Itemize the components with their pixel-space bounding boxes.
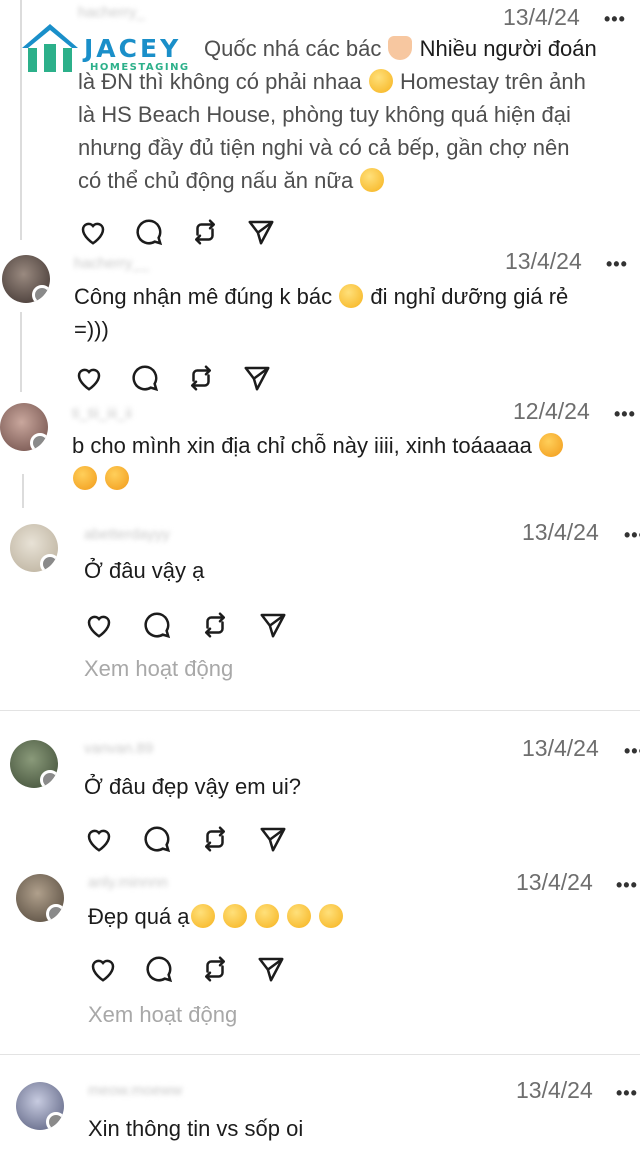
more-icon[interactable]: ••• [606, 255, 628, 273]
username[interactable]: meow.moeww [88, 1082, 182, 1099]
comment-icon[interactable] [144, 954, 174, 989]
yum-emoji-icon [360, 168, 385, 192]
divider [0, 710, 640, 711]
pleading-emoji-icon [339, 284, 364, 308]
send-icon[interactable] [258, 610, 288, 645]
repost-icon[interactable] [200, 954, 230, 989]
username[interactable]: abetterdayyy [84, 526, 170, 543]
repost-icon[interactable] [200, 610, 230, 645]
username[interactable]: ti_tii_iii_ii [72, 405, 132, 422]
more-icon[interactable]: ••• [624, 742, 640, 760]
heart-eyes-cat-emoji-icon [73, 466, 97, 490]
more-icon[interactable]: ••• [624, 526, 640, 544]
hands-emoji-icon [388, 36, 413, 60]
comment-text: Ở đâu đẹp vậy em ui? [84, 774, 301, 799]
laughing-emoji-icon [368, 69, 393, 93]
comment-text: Ở đâu vậy ạ [84, 558, 205, 583]
username[interactable]: vanvan.89 [84, 740, 153, 757]
comment-item: abetterdayyy 13/4/24 ••• Ở đâu vậy ạ Xem… [0, 516, 640, 708]
avatar[interactable] [16, 1082, 64, 1130]
heart-icon[interactable] [84, 610, 114, 645]
more-icon[interactable]: ••• [614, 405, 636, 423]
divider [0, 1054, 640, 1055]
comment-date: 12/4/24 [513, 398, 590, 424]
send-icon[interactable] [258, 824, 288, 859]
comment-item: ti_tii_iii_ii 12/4/24 ••• b cho mình xin… [0, 395, 640, 510]
username[interactable]: hacherry__ [74, 255, 149, 272]
comment-item: anly.minnnn 13/4/24 ••• Đẹp quá ạ Xem ho… [0, 866, 640, 1046]
crying-emoji-icon [190, 904, 215, 928]
avatar[interactable] [0, 403, 48, 451]
send-icon[interactable] [256, 954, 286, 989]
comment-text: Xin thông tin vs sốp oi [88, 1116, 304, 1141]
comment-item: vanvan.89 13/4/24 ••• Ở đâu đẹp vậy em u… [0, 732, 640, 862]
avatar[interactable] [2, 255, 50, 303]
thread-line [22, 474, 24, 508]
comment-text: Công nhận mê đúng k bác đi nghỉ dưỡng gi… [74, 284, 569, 342]
heart-icon[interactable] [84, 824, 114, 859]
username[interactable]: anly.minnnn [88, 874, 168, 891]
jacey-logo: JACEY HOMESTAGING [18, 18, 208, 80]
avatar[interactable] [10, 740, 58, 788]
more-icon[interactable]: ••• [604, 10, 626, 28]
more-icon[interactable]: ••• [616, 1084, 638, 1102]
avatar[interactable] [16, 874, 64, 922]
heart-icon[interactable] [74, 363, 104, 398]
logo-subtitle: HOMESTAGING [90, 62, 190, 73]
send-icon[interactable] [242, 363, 272, 398]
view-activity-link[interactable]: Xem hoạt động [84, 656, 233, 682]
comment-date: 13/4/24 [516, 869, 593, 895]
comment-icon[interactable] [142, 610, 172, 645]
logo-brand: JACEY [84, 34, 182, 63]
comment-date: 13/4/24 [522, 519, 599, 545]
comment-icon[interactable] [142, 824, 172, 859]
heart-eyes-cat-emoji-icon [538, 433, 563, 457]
more-icon[interactable]: ••• [616, 876, 638, 894]
crying-emoji-icon [254, 904, 279, 928]
threads-comment-list: JACEY HOMESTAGING hacherry_ 13/4/24 ••• … [0, 0, 640, 1154]
comment-icon[interactable] [130, 363, 160, 398]
heart-icon[interactable] [88, 954, 118, 989]
pleading-emoji-icon [222, 904, 247, 928]
comment-date: 13/4/24 [522, 735, 599, 761]
comment-date: 13/4/24 [505, 248, 582, 274]
comment-item: meow.moeww 13/4/24 ••• Xin thông tin vs … [0, 1074, 640, 1154]
comment-text: Đẹp quá ạ [88, 900, 628, 933]
comment-date: 13/4/24 [516, 1077, 593, 1103]
thread-line [20, 312, 22, 392]
comment-text: b cho mình xin địa chỉ chỗ này iiii, xin… [72, 429, 632, 495]
crying-emoji-icon [319, 904, 344, 928]
repost-icon[interactable] [186, 363, 216, 398]
repost-icon[interactable] [200, 824, 230, 859]
heart-eyes-cat-emoji-icon [105, 466, 130, 490]
comment-item: hacherry__ 13/4/24 ••• Công nhận mê đúng… [0, 245, 640, 395]
comment-date: 13/4/24 [503, 4, 580, 30]
avatar[interactable] [10, 524, 58, 572]
view-activity-link[interactable]: Xem hoạt động [88, 1002, 237, 1028]
crying-emoji-icon [286, 904, 311, 928]
